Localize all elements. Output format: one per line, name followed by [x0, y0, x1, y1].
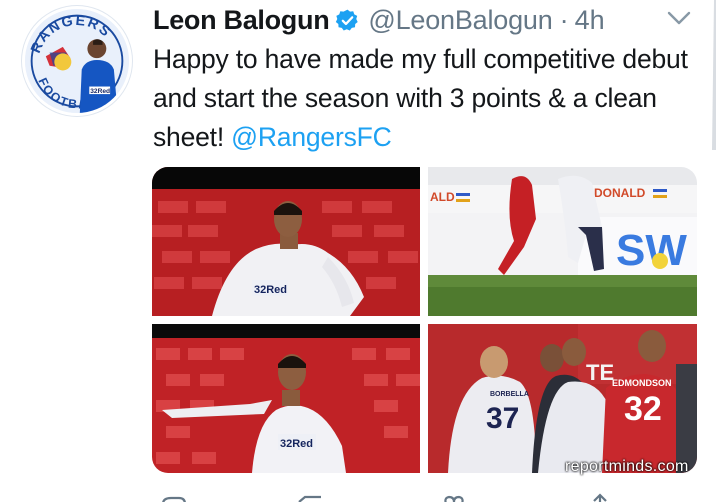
avatar-sponsor: 32Red [90, 88, 110, 95]
watermark-text: reportminds.com [565, 458, 689, 475]
scroll-edge [708, 0, 716, 150]
photo-2[interactable]: ALD DONALD SW [428, 167, 697, 316]
media-grid: 32Red ALD DONALD SW 32Red TE 37 BORBELLA… [152, 167, 697, 473]
header-separator: · [559, 4, 569, 35]
share-icon[interactable] [585, 492, 615, 502]
timestamp[interactable]: 4h [575, 5, 605, 36]
tweet-header: Leon Balogun @LeonBalogun · 4h [153, 2, 605, 38]
avatar[interactable]: RANGERS FOOTBALL 32Red [22, 6, 132, 116]
like-icon[interactable] [439, 492, 469, 502]
user-handle[interactable]: @LeonBalogun [368, 5, 552, 36]
photo4-name1: EDMONDSON [612, 378, 672, 388]
photo4-num1: 32 [624, 390, 662, 428]
display-name[interactable]: Leon Balogun [153, 5, 330, 36]
photo4-board: TE [586, 360, 614, 385]
photo4-num2: 37 [486, 402, 519, 435]
retweet-icon[interactable] [295, 492, 325, 502]
mention-link[interactable]: @RangersFC [231, 122, 392, 152]
chevron-down-icon[interactable] [664, 6, 694, 30]
avatar-image: RANGERS FOOTBALL 32Red [25, 9, 129, 113]
photo2-board-big: SW [616, 226, 687, 275]
photo1-sponsor: 32Red [254, 284, 287, 296]
verified-icon [335, 8, 360, 33]
photo-4[interactable]: TE 37 BORBELLA EDMONDSON 32 [428, 324, 697, 473]
photo2-board-right: DONALD [594, 186, 646, 200]
photo3-sponsor: 32Red [280, 438, 313, 450]
photo-1[interactable]: 32Red [152, 167, 420, 316]
photo-3[interactable]: 32Red [152, 324, 420, 473]
reply-icon[interactable] [159, 492, 189, 502]
photo2-board-left: ALD [430, 190, 455, 204]
photo4-name2: BORBELLA [490, 391, 529, 398]
action-bar [153, 492, 633, 502]
tweet-text: Happy to have made my full competitive d… [153, 40, 708, 157]
